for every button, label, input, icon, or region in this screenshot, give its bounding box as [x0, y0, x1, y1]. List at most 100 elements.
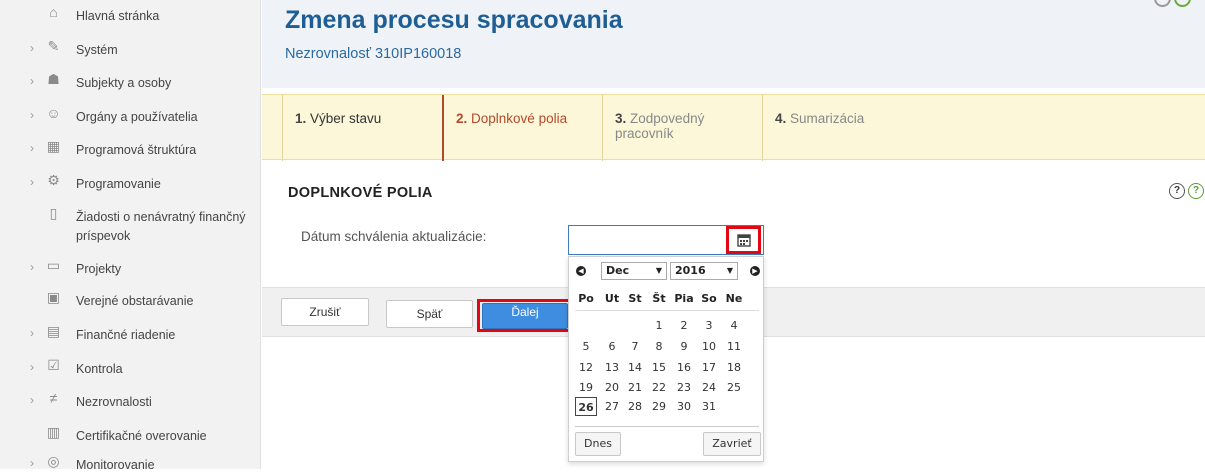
- sidebar-item-label-line2: príspevok: [76, 229, 131, 243]
- finance-icon: ▤: [46, 323, 61, 339]
- wrench-icon: ✎: [47, 38, 60, 54]
- weekday-header: Ut: [604, 292, 620, 305]
- weekday-header: Št: [652, 292, 666, 305]
- day-cell[interactable]: 15: [648, 358, 670, 377]
- chevron-right-icon: ›: [30, 456, 34, 470]
- step-2[interactable]: 2. Doplnkové polia: [442, 95, 602, 161]
- day-cell[interactable]: 3: [698, 316, 720, 335]
- sidebar-item-label: Finančné riadenie: [76, 328, 176, 342]
- day-cell[interactable]: 16: [673, 358, 695, 377]
- chevron-right-icon: ›: [30, 108, 34, 122]
- next-month-icon[interactable]: ▶: [750, 266, 760, 276]
- day-cell[interactable]: 25: [723, 378, 745, 397]
- chevron-right-icon: ›: [30, 260, 34, 274]
- highlight-frame: [477, 299, 572, 332]
- section-title: DOPLNKOVÉ POLIA: [288, 185, 433, 201]
- sidebar: ⌂ Hlavná stránka › ✎ Systém › ☗ Subjekty a osob…: [0, 0, 261, 472]
- weekday-header: Pia: [674, 292, 694, 305]
- users-icon: ☺: [46, 105, 61, 121]
- day-cell[interactable]: 4: [723, 316, 745, 335]
- step-3[interactable]: 3. Zodpovedný pracovník: [602, 95, 762, 161]
- day-cell[interactable]: 1: [648, 316, 670, 335]
- cancel-button[interactable]: Zrušiť: [281, 298, 369, 326]
- day-cell[interactable]: 11: [723, 337, 745, 356]
- structure-icon: ▦: [46, 138, 61, 154]
- date-label: Dátum schválenia aktualizácie:: [301, 229, 487, 244]
- chevron-right-icon: ›: [30, 175, 34, 189]
- certificate-icon: ▥: [46, 424, 61, 440]
- help-icon[interactable]: ?: [1169, 183, 1185, 199]
- weekday-header: So: [701, 292, 717, 305]
- day-cell[interactable]: 12: [575, 358, 597, 377]
- sidebar-item-label: Programovanie: [76, 177, 161, 191]
- close-button[interactable]: Zavrieť: [703, 432, 761, 456]
- day-cell[interactable]: 29: [648, 397, 670, 416]
- people-icon: ☗: [47, 71, 60, 87]
- day-cell[interactable]: 19: [575, 378, 597, 397]
- calendar-icon: [736, 234, 751, 247]
- today-button[interactable]: Dnes: [575, 432, 621, 456]
- day-cell[interactable]: 24: [698, 378, 720, 397]
- day-cell[interactable]: 2: [673, 316, 695, 335]
- day-cell[interactable]: 23: [673, 378, 695, 397]
- not-equal-icon: ≠: [49, 390, 58, 406]
- datepicker: ◀ Dec ▼ 2016 ▼ ▶ Dnes Zavrieť Po Ut St Št Pia S…: [568, 256, 764, 462]
- help-icon[interactable]: [1154, 0, 1171, 7]
- day-cell[interactable]: 14: [624, 358, 646, 377]
- section-help-icons: ??: [1166, 180, 1204, 199]
- sidebar-item-label: Nezrovnalosti: [76, 395, 152, 409]
- day-cell-today[interactable]: 26: [575, 397, 597, 416]
- day-cell[interactable]: 9: [673, 337, 695, 356]
- header-help-icons: [1151, 0, 1191, 12]
- back-button[interactable]: Späť: [386, 300, 473, 328]
- day-cell[interactable]: 30: [673, 397, 695, 416]
- day-cell[interactable]: 31: [698, 397, 720, 416]
- sidebar-item-label: Hlavná stránka: [76, 9, 160, 23]
- weekday-header: Ne: [725, 292, 743, 305]
- day-cell[interactable]: 6: [601, 337, 623, 356]
- month-select[interactable]: Dec ▼: [601, 262, 667, 280]
- chevron-right-icon: ›: [30, 141, 34, 155]
- day-cell[interactable]: 28: [624, 397, 646, 416]
- checklist-icon: ☑: [47, 357, 60, 373]
- divider: [575, 426, 759, 427]
- step-1[interactable]: 1. Výber stavu: [282, 95, 442, 161]
- day-cell[interactable]: 18: [723, 358, 745, 377]
- chevron-right-icon: ›: [30, 393, 34, 407]
- wizard-steps: 1. Výber stavu 2. Doplnkové polia 3. Zod…: [262, 94, 1205, 161]
- sidebar-item-label: Kontrola: [76, 362, 123, 376]
- weekday-header: St: [628, 292, 642, 305]
- sidebar-item-label: Certifikačné overovanie: [76, 429, 207, 443]
- folder-icon: ▭: [46, 257, 61, 273]
- day-cell[interactable]: 21: [624, 378, 646, 397]
- document-icon: ▯: [49, 205, 58, 221]
- weekday-header: Po: [578, 292, 594, 305]
- step-label: Výber stavu: [310, 111, 382, 126]
- sidebar-item-label: Subjekty a osoby: [76, 76, 172, 90]
- day-cell[interactable]: 20: [601, 378, 623, 397]
- day-cell[interactable]: 10: [698, 337, 720, 356]
- sidebar-item-label: Programová štruktúra: [76, 143, 197, 157]
- step-label-line2: pracovník: [615, 126, 674, 141]
- day-cell[interactable]: 7: [624, 337, 646, 356]
- gear-icon: ⚙: [47, 172, 60, 188]
- day-cell[interactable]: 13: [601, 358, 623, 377]
- info-icon[interactable]: [1174, 0, 1191, 7]
- calendar-button[interactable]: [726, 226, 761, 254]
- sidebar-item-label: Verejné obstarávanie: [76, 294, 194, 308]
- info-icon[interactable]: ?: [1188, 183, 1204, 199]
- step-label: Doplnkové polia: [471, 111, 568, 126]
- day-cell[interactable]: 22: [648, 378, 670, 397]
- year-select[interactable]: 2016 ▼: [670, 262, 738, 280]
- page-header: Zmena procesu spracovania Nezrovnalosť 3…: [262, 0, 1205, 88]
- day-cell[interactable]: 8: [648, 337, 670, 356]
- day-cell[interactable]: 27: [601, 397, 623, 416]
- step-4[interactable]: 4. Sumarizácia: [762, 95, 962, 161]
- monitor-icon: ◎: [47, 453, 60, 469]
- prev-month-icon[interactable]: ◀: [576, 266, 586, 276]
- day-cell[interactable]: 17: [698, 358, 720, 377]
- day-cell[interactable]: 5: [575, 337, 597, 356]
- chevron-right-icon: ›: [30, 360, 34, 374]
- sidebar-item-label: Projekty: [76, 262, 122, 276]
- page-subtitle: Nezrovnalosť 310IP160018: [285, 46, 462, 62]
